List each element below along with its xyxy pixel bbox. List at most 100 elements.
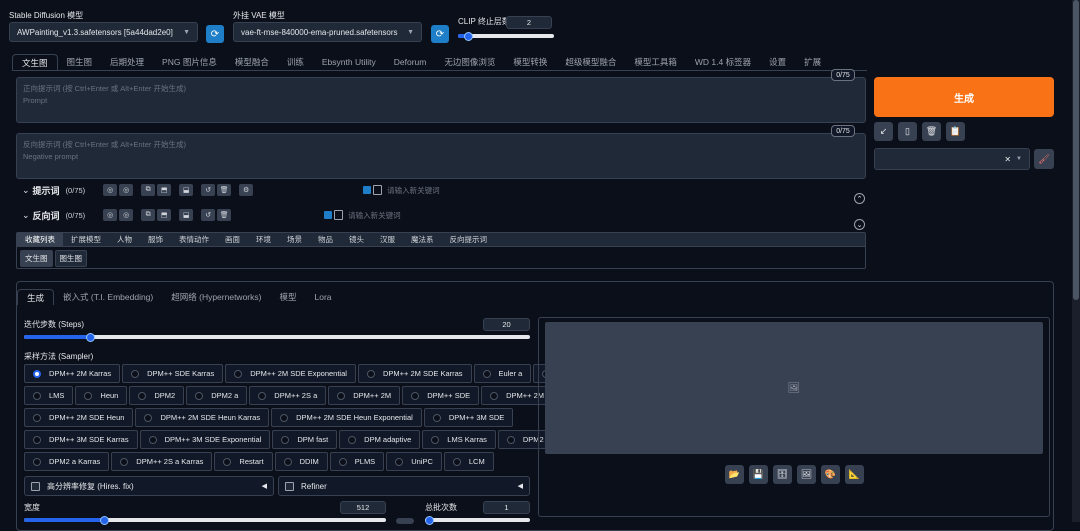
width-slider[interactable] <box>24 515 386 525</box>
sampler-option[interactable]: DPM++ 2M SDE Heun Karras <box>135 408 270 427</box>
tab-3[interactable]: PNG 图片信息 <box>153 54 226 70</box>
zip-button[interactable]: 🗄 <box>773 465 792 484</box>
prompt-input[interactable]: 正向提示词 (按 Ctrl+Enter 或 Alt+Enter 开始生成) Pr… <box>16 77 866 123</box>
settings-icon[interactable]: ⚙ <box>239 184 254 196</box>
tab-8[interactable]: 无边图像浏览 <box>435 54 504 70</box>
sampler-option[interactable]: DPM++ 2S a <box>249 386 327 405</box>
generate-button[interactable]: 生成 <box>874 77 1054 117</box>
category-tab-9[interactable]: 镜头 <box>341 233 372 247</box>
sampler-option[interactable]: DPM++ 2S a Karras <box>111 452 213 471</box>
trash-button[interactable]: 🗑 <box>922 122 941 141</box>
sampler-option[interactable]: DPM++ 3M SDE Karras <box>24 430 138 449</box>
category-tab-2[interactable]: 人物 <box>109 233 140 247</box>
category-tab-12[interactable]: 反向提示词 <box>442 233 496 247</box>
sampler-option[interactable]: DPM++ 3M SDE <box>423 408 514 427</box>
copy-icon[interactable]: ⧉ <box>141 184 156 196</box>
sampler-option[interactable]: DPM fast <box>272 430 338 449</box>
history-icon[interactable]: ↺ <box>201 184 216 196</box>
sd-model-select[interactable]: AWPainting_v1.3.safetensors [5a44dad2e0]… <box>9 22 198 42</box>
gen-tab-2[interactable]: 超网络 (Hypernetworks) <box>162 289 270 305</box>
gen-tab-3[interactable]: 模型 <box>270 289 305 305</box>
delete-icon[interactable]: 🗑 <box>217 209 232 221</box>
checkbox-icon[interactable] <box>334 210 344 220</box>
sampler-option[interactable]: LMS <box>24 386 74 405</box>
category-tab-10[interactable]: 汉服 <box>372 233 403 247</box>
edit-styles-button[interactable]: 🖌 <box>1034 149 1054 169</box>
sampler-option[interactable]: DPM++ 2M Karras <box>24 364 121 383</box>
globe-icon[interactable]: ◎ <box>103 209 118 221</box>
export-icon[interactable]: ⬒ <box>157 209 172 221</box>
refiner-checkbox[interactable] <box>285 481 294 491</box>
sampler-option[interactable]: DPM2 a Karras <box>24 452 110 471</box>
collapse-icon[interactable]: ⌄ <box>22 185 30 196</box>
neg-keyword-input[interactable]: 请输入新关键词 <box>348 210 401 221</box>
category-tab-5[interactable]: 画面 <box>217 233 248 247</box>
globe2-icon[interactable]: ◎ <box>119 209 134 221</box>
sampler-option[interactable]: DPM++ 2M SDE Karras <box>357 364 472 383</box>
clip-slider[interactable] <box>458 31 554 41</box>
sampler-option[interactable]: Heun <box>75 386 128 405</box>
tab-2[interactable]: 后期处理 <box>101 54 153 70</box>
checkbox-checked-icon[interactable] <box>363 186 372 194</box>
import-icon[interactable]: ⬓ <box>179 184 194 196</box>
save-button[interactable]: 💾 <box>749 465 768 484</box>
clear-icon[interactable]: ✕ <box>1004 155 1011 164</box>
export-icon[interactable]: ⬒ <box>157 184 172 196</box>
send-to-extras-button[interactable]: 📐 <box>845 465 864 484</box>
delete-icon[interactable]: 🗑 <box>217 184 232 196</box>
batch-count-value[interactable]: 1 <box>483 501 530 514</box>
tab-9[interactable]: 模型转换 <box>504 54 556 70</box>
sampler-option[interactable]: LCM <box>443 452 494 471</box>
checkbox-checked-icon[interactable] <box>324 211 333 219</box>
tab-14[interactable]: 扩展 <box>795 54 830 70</box>
sampler-option[interactable]: DPM adaptive <box>339 430 421 449</box>
open-folder-button[interactable]: 📂 <box>725 465 744 484</box>
sampler-option[interactable]: DPM++ 3M SDE Exponential <box>139 430 271 449</box>
category-tab-4[interactable]: 表情动作 <box>171 233 217 247</box>
tab-7[interactable]: Deforum <box>385 54 436 70</box>
swap-dimensions-button[interactable] <box>396 518 414 524</box>
sampler-option[interactable]: Euler a <box>473 364 532 383</box>
category-tab-8[interactable]: 物品 <box>310 233 341 247</box>
globe-icon[interactable]: ◎ <box>103 184 118 196</box>
hires-fix-accordion[interactable]: 高分辨率修复 (Hires. fix) ◀ <box>24 476 274 496</box>
sampler-option[interactable]: Restart <box>214 452 273 471</box>
tab-6[interactable]: Ebsynth Utility <box>313 54 385 70</box>
tab-11[interactable]: 模型工具箱 <box>625 54 686 70</box>
sampler-option[interactable]: UniPC <box>386 452 442 471</box>
sampler-option[interactable]: DPM++ SDE <box>402 386 480 405</box>
sub-tab-1[interactable]: 图生图 <box>54 250 87 267</box>
category-tab-6[interactable]: 环境 <box>248 233 279 247</box>
steps-slider[interactable] <box>24 332 530 342</box>
tab-5[interactable]: 训练 <box>278 54 313 70</box>
paste-button[interactable]: 📋 <box>946 122 965 141</box>
send-to-inpaint-button[interactable]: 🎨 <box>821 465 840 484</box>
pos-keyword-input[interactable]: 请输入新关键词 <box>387 185 440 196</box>
sampler-option[interactable]: DPM2 <box>129 386 185 405</box>
sampler-option[interactable]: PLMS <box>329 452 385 471</box>
gen-tab-4[interactable]: Lora <box>305 289 340 305</box>
globe2-icon[interactable]: ◎ <box>119 184 134 196</box>
tab-1[interactable]: 图生图 <box>58 54 102 70</box>
category-tab-3[interactable]: 服饰 <box>140 233 171 247</box>
batch-count-slider[interactable] <box>425 515 530 525</box>
hires-checkbox[interactable] <box>31 481 40 491</box>
tab-12[interactable]: WD 1.4 标签器 <box>686 54 760 70</box>
scrollbar[interactable] <box>1072 0 1080 522</box>
refresh-vae-button[interactable]: ⟳ <box>431 25 449 43</box>
copy-icon[interactable]: ⧉ <box>141 209 156 221</box>
history-icon[interactable]: ↺ <box>201 209 216 221</box>
sampler-option[interactable]: DDIM <box>274 452 328 471</box>
tab-4[interactable]: 模型融合 <box>226 54 278 70</box>
styles-select[interactable]: ✕ ▼ <box>874 148 1030 170</box>
sampler-option[interactable]: DPM2 a <box>186 386 248 405</box>
steps-value[interactable]: 20 <box>483 318 530 331</box>
category-tab-7[interactable]: 场景 <box>279 233 310 247</box>
negative-prompt-input[interactable]: 反向提示词 (按 Ctrl+Enter 或 Alt+Enter 开始生成) Ne… <box>16 133 866 179</box>
sampler-option[interactable]: LMS Karras <box>422 430 496 449</box>
clear-prompt-button[interactable]: ▯ <box>898 122 917 141</box>
category-tab-11[interactable]: 魔法系 <box>403 233 442 247</box>
refiner-accordion[interactable]: Refiner ◀ <box>278 476 530 496</box>
sampler-option[interactable]: DPM++ 2M SDE Heun <box>24 408 134 427</box>
import-icon[interactable]: ⬓ <box>179 209 194 221</box>
